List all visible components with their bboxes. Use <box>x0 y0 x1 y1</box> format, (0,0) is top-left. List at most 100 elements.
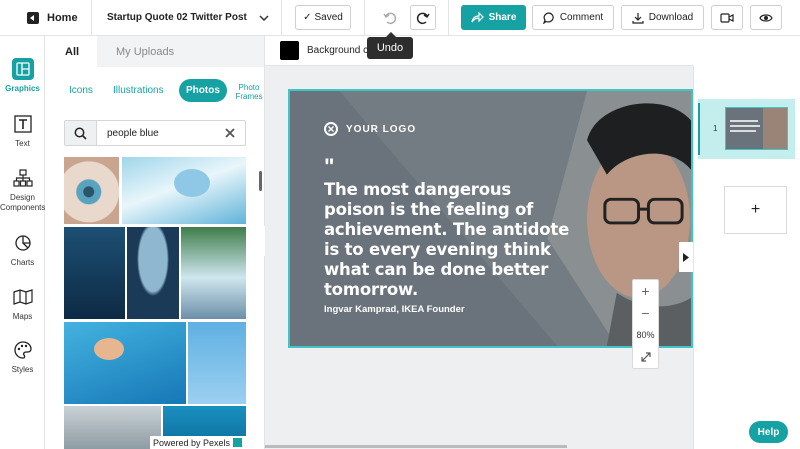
styles-icon <box>12 339 34 361</box>
document-title[interactable]: Startup Quote 02 Twitter Post <box>92 0 282 36</box>
thumbnail-line <box>730 125 760 127</box>
redo-icon <box>416 12 430 24</box>
page-thumbnail[interactable] <box>725 107 788 150</box>
fit-screen-button[interactable] <box>633 346 658 368</box>
share-button[interactable]: Share <box>461 5 526 30</box>
plus-icon: + <box>750 201 761 218</box>
background-color-label: Background c <box>307 45 369 56</box>
divider <box>364 0 365 36</box>
pexels-logo-icon <box>233 438 243 447</box>
saved-label: Saved <box>314 12 343 23</box>
saved-button[interactable]: ✓ Saved <box>295 5 351 30</box>
back-icon <box>27 11 39 24</box>
rail-item-styles[interactable]: Styles <box>0 339 45 374</box>
search-input[interactable] <box>97 127 225 139</box>
page-number: 1 <box>713 124 718 133</box>
background-color-swatch[interactable] <box>280 41 299 60</box>
zoom-out-button[interactable]: − <box>633 302 658 324</box>
home-label: Home <box>47 11 78 24</box>
chevron-down-icon <box>259 14 269 21</box>
photo-detail <box>174 169 210 197</box>
share-label: Share <box>488 12 517 23</box>
text-icon <box>12 113 34 135</box>
rail-label: Design Components <box>0 193 46 212</box>
plus-icon: + <box>641 283 650 299</box>
pexels-label: Powered by Pexels <box>153 437 231 448</box>
undo-tooltip: Undo <box>367 32 413 59</box>
thumbnail-line <box>730 120 758 122</box>
thumbnail-portrait <box>763 108 787 149</box>
document-title-text: Startup Quote 02 Twitter Post <box>107 12 247 23</box>
comment-button[interactable]: Comment <box>532 5 614 30</box>
home-button[interactable]: Home <box>0 0 92 36</box>
rail-label: Charts <box>10 258 35 267</box>
expand-pages-button[interactable] <box>679 242 693 272</box>
photo-detail <box>94 338 124 360</box>
download-label: Download <box>648 12 694 23</box>
record-video-button[interactable] <box>711 5 743 30</box>
rail-label: Graphics <box>5 84 40 93</box>
design-logo[interactable]: YOUR LOGO <box>324 122 416 136</box>
photo-pool-kids[interactable] <box>64 322 186 404</box>
subcat-photos[interactable]: Photos <box>179 79 227 102</box>
pages-panel: 1 <box>693 66 800 449</box>
photo-clouds[interactable] <box>64 406 161 449</box>
check-icon: ✓ <box>303 12 312 23</box>
rail-item-design-components[interactable]: Design Components <box>0 167 45 213</box>
tab-all[interactable]: All <box>45 36 97 67</box>
rail-label: Maps <box>12 312 33 321</box>
thumbnail-line <box>730 130 756 132</box>
minus-icon: − <box>641 305 650 321</box>
zoom-in-button[interactable]: + <box>633 280 658 302</box>
search-button[interactable] <box>65 121 97 145</box>
photo-man-phone[interactable] <box>181 227 246 319</box>
download-icon <box>632 12 644 24</box>
panel-tabs: All My Uploads <box>45 36 264 67</box>
zoom-level[interactable]: 80% <box>633 324 658 346</box>
graphics-panel: All My Uploads Icons Illustrations Photo… <box>45 36 265 449</box>
rail-label: Text <box>15 139 30 148</box>
undo-icon <box>383 12 397 24</box>
maps-icon <box>12 286 34 308</box>
horizontal-scrollbar[interactable] <box>265 445 567 448</box>
logo-text: YOUR LOGO <box>346 123 417 135</box>
photo-search <box>64 120 246 146</box>
subcategory-bar: Icons Illustrations Photos Photo Frames <box>45 67 264 111</box>
expand-icon <box>640 352 651 362</box>
rail-item-graphics[interactable]: Graphics <box>0 58 45 93</box>
rail-label: Styles <box>11 365 34 374</box>
context-toolbar: Background c <box>265 36 693 66</box>
quote-author[interactable]: Ingvar Kamprad, IKEA Founder <box>324 304 465 315</box>
left-rail: Graphics Text Design Components Charts M… <box>0 36 45 449</box>
panel-scrollbar[interactable] <box>259 171 262 191</box>
powered-by-pexels[interactable]: Powered by Pexels <box>150 436 247 449</box>
rail-item-maps[interactable]: Maps <box>0 286 45 321</box>
clear-icon[interactable] <box>225 128 235 138</box>
design-components-icon <box>12 167 34 189</box>
quote-text[interactable]: The most dangerous poison is the feeling… <box>324 180 574 300</box>
tab-my-uploads[interactable]: My Uploads <box>97 36 264 67</box>
help-button[interactable]: Help <box>749 421 788 443</box>
share-icon <box>471 12 484 23</box>
rail-item-text[interactable]: Text <box>0 113 45 148</box>
download-button[interactable]: Download <box>621 5 704 30</box>
close-circle-icon <box>324 122 338 136</box>
page-active-marker <box>698 103 700 155</box>
preview-button[interactable] <box>750 5 782 30</box>
subcat-illustrations[interactable]: Illustrations <box>113 85 164 96</box>
divider <box>448 0 449 36</box>
comment-icon <box>542 11 554 24</box>
add-page-button[interactable]: + <box>724 186 787 234</box>
rail-item-charts[interactable]: Charts <box>0 232 45 267</box>
photo-hand-card[interactable] <box>188 322 246 404</box>
subcat-icons[interactable]: Icons <box>69 85 93 96</box>
photo-eye[interactable] <box>64 157 119 224</box>
undo-button[interactable] <box>377 5 403 30</box>
photo-cave[interactable] <box>127 227 179 319</box>
photo-beach-hat[interactable] <box>122 157 246 224</box>
redo-button[interactable] <box>410 5 436 30</box>
photo-diver[interactable] <box>64 227 125 319</box>
comment-label: Comment <box>559 12 604 23</box>
subcat-photo-frames[interactable]: Photo Frames <box>234 83 264 101</box>
video-camera-icon <box>720 12 734 23</box>
